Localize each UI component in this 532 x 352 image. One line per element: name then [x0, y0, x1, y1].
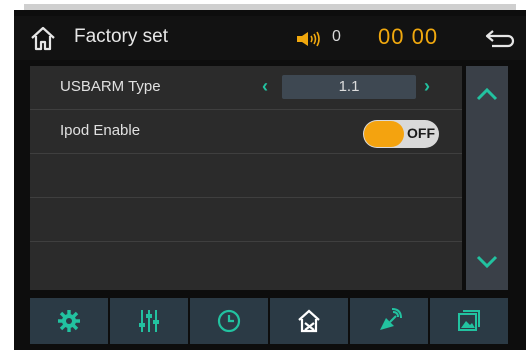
tab-general-settings[interactable] [30, 298, 108, 344]
equalizer-icon [139, 310, 159, 332]
clock-time: 00 00 [378, 24, 439, 49]
bottom-tab-bar [30, 298, 508, 344]
gallery-icon [458, 310, 480, 331]
satellite-icon [380, 308, 402, 330]
car-head-unit-screen: Factory set 0 00 00 USBARM Type ‹ 1.1 › … [0, 0, 532, 352]
tab-factory-settings[interactable] [270, 298, 348, 344]
tab-gallery[interactable] [430, 298, 508, 344]
empty-row [30, 198, 462, 242]
page-title: Factory set [74, 26, 168, 47]
settings-list: USBARM Type ‹ 1.1 › Ipod Enable OFF [30, 66, 462, 290]
empty-row [30, 154, 462, 198]
clock-icon [217, 309, 241, 333]
usbarm-type-value-box: 1.1 [282, 75, 416, 99]
setting-row-ipod-enable: Ipod Enable OFF [30, 110, 462, 154]
toggle-state: OFF [407, 125, 435, 141]
status-header: Factory set 0 00 00 [14, 16, 526, 60]
setting-row-usbarm-type: USBARM Type ‹ 1.1 › [30, 66, 462, 110]
gear-icon [58, 310, 80, 332]
back-icon[interactable] [484, 26, 516, 50]
chevron-down-icon[interactable] [475, 252, 499, 272]
speaker-icon[interactable] [296, 31, 322, 47]
setting-label: USBARM Type [60, 78, 161, 95]
empty-row [30, 242, 462, 286]
scrollbar[interactable] [466, 66, 508, 290]
chevron-up-icon[interactable] [475, 84, 499, 104]
setting-label: Ipod Enable [60, 122, 141, 139]
toggle-knob [364, 121, 404, 147]
chevron-left-icon[interactable]: ‹ [262, 76, 268, 97]
volume-level: 0 [332, 28, 341, 45]
factory-settings-icon [298, 309, 320, 333]
chevron-right-icon[interactable]: › [424, 76, 430, 97]
ipod-enable-toggle[interactable]: OFF [363, 120, 439, 148]
tab-equalizer[interactable] [110, 298, 188, 344]
usbarm-type-value: 1.1 [338, 78, 360, 95]
home-icon[interactable] [28, 24, 58, 52]
tab-satellite[interactable] [350, 298, 428, 344]
tab-clock[interactable] [190, 298, 268, 344]
